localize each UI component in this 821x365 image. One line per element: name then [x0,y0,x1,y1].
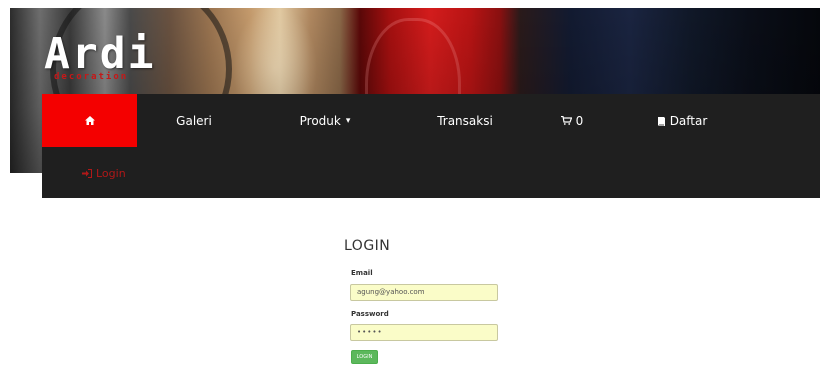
nav-galeri[interactable]: Galeri [154,94,234,147]
nav-home[interactable] [42,94,137,147]
nav-daftar-label: Daftar [669,113,708,128]
email-field[interactable]: agung@yahoo.com [350,284,498,301]
sign-in-icon [82,168,92,178]
main-navbar: Galeri Produk ▾ Transaksi 0 Daftar Login [42,94,820,198]
nav-transaksi[interactable]: Transaksi [410,94,520,147]
nav-produk-dropdown[interactable]: Produk ▾ [280,94,370,147]
home-icon [84,116,95,125]
nav-daftar[interactable]: Daftar [642,94,722,147]
nav-galeri-label: Galeri [176,113,212,128]
nav-produk-label: Produk [299,113,341,128]
nav-login-label: Login [96,166,126,180]
book-icon [657,116,665,126]
password-label: Password [351,310,389,318]
nav-transaksi-label: Transaksi [437,113,493,128]
login-title: LOGIN [344,238,391,254]
cart-icon [560,116,572,125]
login-button[interactable]: LOGIN [351,350,378,364]
logo-subtext: decoration [54,72,129,82]
site-logo[interactable]: Ardi decoration [44,28,164,88]
nav-cart[interactable]: 0 [542,94,602,147]
email-label: Email [351,269,373,277]
password-field[interactable]: ••••• [350,324,498,341]
nav-login[interactable]: Login [82,163,126,183]
cart-count: 0 [575,113,584,128]
caret-down-icon: ▾ [345,115,351,126]
